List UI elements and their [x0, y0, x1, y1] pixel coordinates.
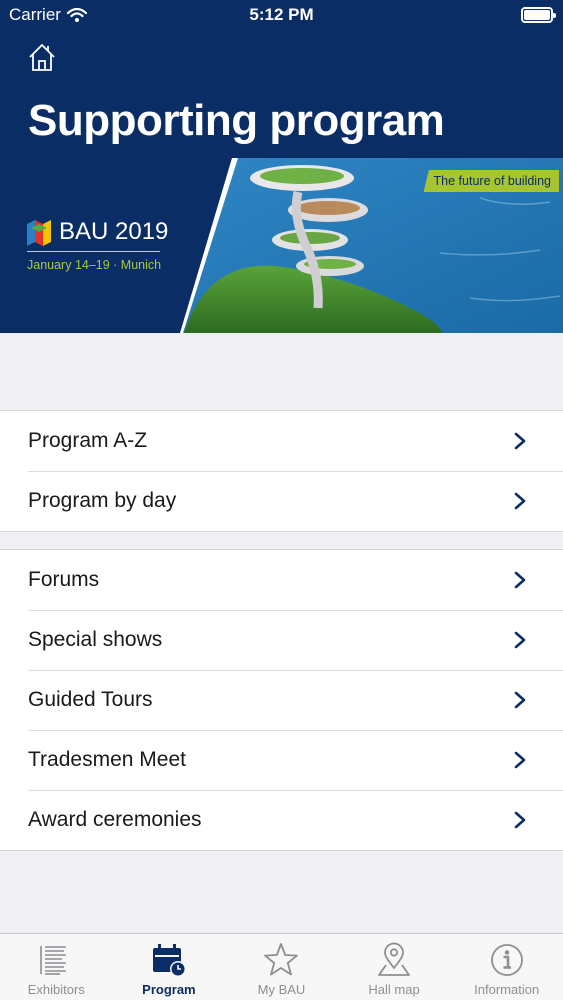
chevron-right-icon [514, 432, 526, 450]
bau-logo: BAU 2019 January 14–19 · Munich [27, 218, 168, 272]
list-item-program-by-day[interactable]: Program by day [0, 471, 563, 531]
list-item-label: Special shows [28, 628, 163, 651]
chevron-right-icon [514, 492, 526, 510]
list-item-forums[interactable]: Forums [0, 550, 563, 610]
list-item-special-shows[interactable]: Special shows [0, 610, 563, 670]
tab-information[interactable]: Information [450, 934, 563, 1000]
list-item-label: Tradesmen Meet [28, 748, 186, 771]
page-title: Supporting program [28, 96, 445, 145]
tab-label: Exhibitors [27, 982, 85, 997]
tab-label: My BAU [257, 982, 306, 997]
list-item-award-ceremonies[interactable]: Award ceremonies [0, 790, 563, 850]
chevron-right-icon [514, 811, 526, 829]
tab-program[interactable]: Program [113, 934, 226, 1000]
event-dates: January 14–19 · Munich [27, 258, 162, 272]
header-banner: Carrier 5:12 PM Supporting program BAU 2… [0, 0, 563, 333]
battery-icon [521, 7, 556, 23]
tab-exhibitors[interactable]: Exhibitors [0, 934, 113, 1000]
list-item-label: Program A-Z [28, 429, 148, 452]
info-icon [490, 944, 523, 976]
tab-my-bau[interactable]: My BAU [225, 934, 338, 1000]
map-pin-icon [378, 942, 410, 976]
list-item-label: Forums [28, 568, 100, 591]
chevron-right-icon [514, 631, 526, 649]
brand-name: BAU 2019 [59, 218, 169, 245]
list-item-program-a-z[interactable]: Program A-Z [0, 411, 563, 471]
status-bar: Carrier 5:12 PM [0, 0, 563, 30]
bau-cube-icon [27, 220, 51, 246]
home-icon[interactable] [27, 42, 57, 72]
chevron-right-icon [514, 691, 526, 709]
status-time: 5:12 PM [249, 5, 314, 24]
list-icon [40, 946, 67, 975]
tab-bar: Exhibitors Program My BAU Hall map Infor… [0, 933, 563, 1000]
tab-label: Program [142, 982, 196, 997]
list-item-tradesmen-meet[interactable]: Tradesmen Meet [0, 730, 563, 790]
tab-hall-map[interactable]: Hall map [338, 934, 451, 1000]
chevron-right-icon [514, 571, 526, 589]
calendar-clock-icon [152, 944, 186, 977]
list-item-label: Award ceremonies [28, 808, 202, 831]
list-item-label: Guided Tours [28, 688, 153, 711]
event-types-list-group: Forums Special shows Guided Tours Trades… [0, 549, 563, 851]
list-item-label: Program by day [28, 489, 177, 512]
tab-label: Hall map [368, 982, 420, 997]
program-list-group: Program A-Z Program by day [0, 410, 563, 532]
star-icon [264, 943, 299, 976]
chevron-right-icon [514, 751, 526, 769]
tagline-badge: The future of building [423, 170, 559, 192]
logo-divider [27, 251, 160, 252]
tab-label: Information [474, 982, 540, 997]
list-item-guided-tours[interactable]: Guided Tours [0, 670, 563, 730]
